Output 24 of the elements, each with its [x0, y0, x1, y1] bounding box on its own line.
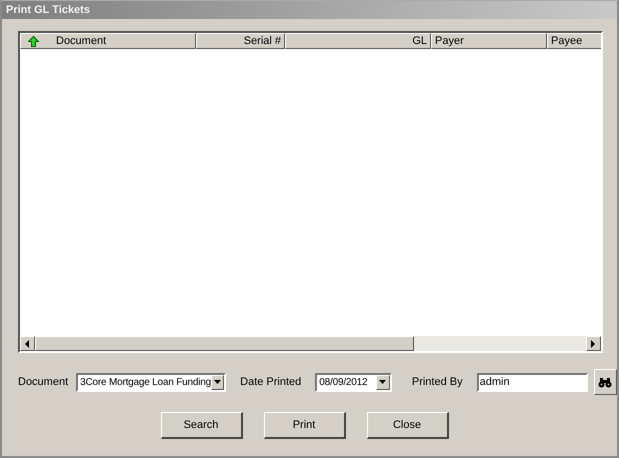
window-title: Print GL Tickets — [6, 4, 90, 16]
left-arrow-icon — [25, 340, 30, 348]
column-header[interactable]: GL — [285, 33, 431, 49]
column-header[interactable]: Serial # — [196, 33, 285, 49]
dialog-button[interactable]: Close — [366, 412, 448, 439]
column-header[interactable]: Payer — [431, 33, 547, 49]
scroll-right-button[interactable] — [586, 336, 601, 351]
binoculars-icon — [598, 376, 612, 388]
scroll-left-button[interactable] — [20, 336, 35, 351]
document-dropdown[interactable]: 3Core Mortgage Loan Funding — [76, 372, 226, 392]
horizontal-scrollbar[interactable] — [20, 336, 601, 351]
field-label: Printed By — [412, 376, 463, 388]
field-label: Document — [18, 376, 68, 388]
printed-by-field[interactable]: admin — [476, 372, 588, 392]
column-header[interactable]: Document — [20, 33, 196, 49]
field-label: Date Printed — [240, 376, 302, 388]
column-header[interactable]: Payee — [547, 33, 601, 49]
right-arrow-icon — [591, 340, 596, 348]
sort-arrow-icon — [28, 36, 39, 46]
dialog-button[interactable]: Print — [264, 412, 346, 439]
dialog-button[interactable]: Search — [160, 412, 242, 439]
scroll-thumb[interactable] — [35, 336, 414, 351]
search-button[interactable] — [594, 369, 617, 395]
date-picker[interactable]: 08/09/2012 — [315, 372, 392, 392]
